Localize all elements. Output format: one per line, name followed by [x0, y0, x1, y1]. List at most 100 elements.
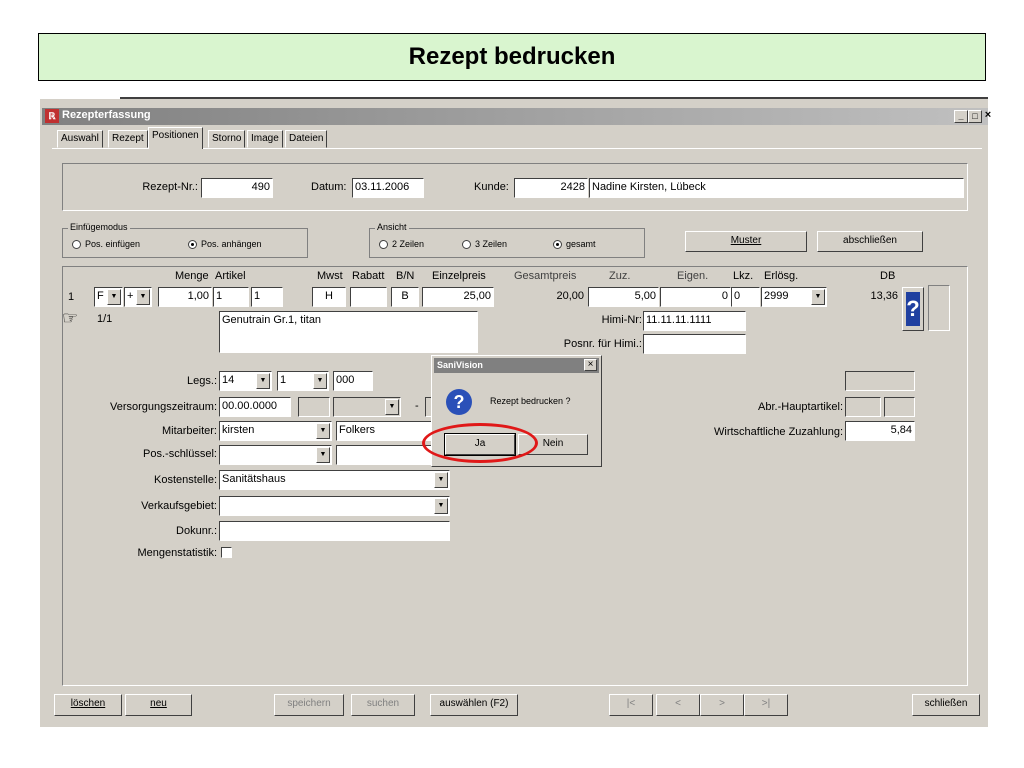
lkz-field[interactable]: 0 [731, 287, 760, 307]
erloesg-select[interactable]: 2999 ▼ [761, 287, 827, 307]
mwst-field[interactable]: H [312, 287, 346, 307]
close-button[interactable]: × [982, 110, 994, 121]
slide-title: Rezept bedrucken [38, 33, 986, 81]
legs-field-3[interactable]: 000 [333, 371, 373, 391]
first-record-button[interactable]: |< [609, 694, 653, 716]
last-record-button[interactable]: >| [744, 694, 788, 716]
empty-indicator [928, 285, 950, 331]
artikel-field-1[interactable]: 1 [213, 287, 249, 307]
beschreibung-field[interactable]: Genutrain Gr.1, titan [219, 311, 478, 353]
bn-field[interactable]: B [391, 287, 419, 307]
schliessen-button[interactable]: schließen [912, 694, 980, 716]
prev-record-button[interactable]: < [656, 694, 700, 716]
legs-select-1[interactable]: 14 ▼ [219, 371, 272, 391]
right-empty-field [845, 371, 915, 391]
col-mwst: Mwst [317, 270, 343, 282]
auswaehlen-button[interactable]: auswählen (F2) [430, 694, 518, 716]
window-titlebar[interactable]: ℝ Rezepterfassung _ □ × [42, 108, 991, 125]
mitarbeiter-select[interactable]: kirsten ▼ [219, 421, 332, 441]
tab-rezept[interactable]: Rezept [108, 130, 148, 148]
row-plus-select[interactable]: + ▼ [124, 287, 152, 307]
menge-field[interactable]: 1,00 [158, 287, 212, 307]
artikel-field-2[interactable]: 1 [251, 287, 283, 307]
row-type-value: F [97, 290, 104, 302]
mengenstatistik-checkbox[interactable] [221, 547, 232, 558]
radio-gesamt[interactable] [553, 240, 562, 249]
rezept-nr-field[interactable]: 490 [201, 178, 273, 198]
dialog-title: SaniVision [437, 360, 483, 370]
maximize-button[interactable]: □ [968, 110, 982, 123]
sub-position: 1/1 [97, 313, 113, 325]
posnr-himi-label: Posnr. für Himi.: [563, 338, 642, 350]
einzelpreis-field[interactable]: 25,00 [422, 287, 494, 307]
radio-pos-anhaengen-label: Pos. anhängen [201, 239, 262, 249]
suchen-button[interactable]: suchen [351, 694, 415, 716]
tab-storno[interactable]: Storno [208, 130, 246, 148]
posschluessel-field[interactable] [336, 445, 432, 465]
help-button[interactable]: ? [902, 287, 924, 331]
dokunr-field[interactable] [219, 521, 450, 541]
tab-dateien[interactable]: Dateien [285, 130, 328, 148]
col-bn: B/N [396, 270, 415, 282]
chevron-down-icon[interactable]: ▼ [136, 289, 150, 305]
minimize-button[interactable]: _ [954, 110, 968, 123]
question-icon: ? [906, 292, 920, 326]
kunde-nr-field[interactable]: 2428 [514, 178, 588, 198]
chevron-down-icon[interactable]: ▼ [434, 472, 448, 488]
datum-field[interactable]: 03.11.2006 [352, 178, 424, 198]
himi-nr-field[interactable]: 11.11.11.1111 [643, 311, 746, 331]
tab-auswahl[interactable]: Auswahl [57, 130, 103, 148]
kunde-name-field[interactable]: Nadine Kirsten, Lübeck [589, 178, 964, 198]
dialog-close-button[interactable]: × [584, 359, 597, 371]
dialog-message: Rezept bedrucken ? [490, 396, 571, 406]
row-type-select[interactable]: F ▼ [94, 287, 123, 307]
posnr-himi-field[interactable] [643, 334, 746, 354]
next-record-button[interactable]: > [700, 694, 744, 716]
mitarbeiter-name-field[interactable]: Folkers [336, 421, 432, 441]
tab-positionen[interactable]: Positionen [148, 127, 203, 149]
posschluessel-select[interactable]: ▼ [219, 445, 332, 465]
chevron-down-icon[interactable]: ▼ [256, 373, 270, 389]
window-title: Rezepterfassung [62, 109, 151, 121]
radio-2-zeilen[interactable] [379, 240, 388, 249]
col-zuz: Zuz. [609, 270, 631, 282]
legs-select-2[interactable]: 1 ▼ [277, 371, 329, 391]
wirtschaftliche-zuzahlung-field[interactable]: 5,84 [845, 421, 915, 441]
tab-image[interactable]: Image [247, 130, 283, 148]
rabatt-field[interactable] [350, 287, 387, 307]
legs-value-1: 14 [222, 374, 235, 386]
legs-value-2: 1 [280, 374, 287, 386]
chevron-down-icon[interactable]: ▼ [107, 289, 121, 305]
chevron-down-icon[interactable]: ▼ [434, 498, 448, 514]
kostenstelle-label: Kostenstelle: [154, 474, 217, 486]
radio-3-zeilen[interactable] [462, 240, 471, 249]
versorgungszeitraum-field[interactable]: 00.00.0000 [219, 397, 291, 417]
dialog-titlebar[interactable]: SaniVision [434, 358, 599, 373]
chevron-down-icon[interactable]: ▼ [313, 373, 327, 389]
neu-button[interactable]: neu [125, 694, 192, 716]
abschliessen-button[interactable]: abschließen [817, 231, 923, 252]
radio-pos-einfuegen[interactable] [72, 240, 81, 249]
abr-hauptartikel-label: Abr.-Hauptartikel: [758, 401, 843, 413]
verkaufsgebiet-select[interactable]: ▼ [219, 496, 450, 516]
row-number: 1 [68, 291, 75, 303]
loeschen-button[interactable]: löschen [54, 694, 122, 716]
chevron-down-icon[interactable]: ▼ [385, 399, 399, 415]
radio-pos-anhaengen[interactable] [188, 240, 197, 249]
question-icon: ? [446, 389, 472, 415]
chevron-down-icon[interactable]: ▼ [316, 423, 330, 439]
chevron-down-icon[interactable]: ▼ [316, 447, 330, 463]
abr-hauptartikel-field-2 [884, 397, 915, 417]
speichern-button[interactable]: speichern [274, 694, 344, 716]
zuz-field[interactable]: 5,00 [588, 287, 659, 307]
col-menge: Menge [175, 270, 209, 282]
versorgungszeitraum-select[interactable]: ▼ [333, 397, 401, 417]
muster-button[interactable]: Muster [685, 231, 807, 252]
gesamtpreis-value: 20,00 [556, 290, 584, 302]
versorgungszeitraum-label: Versorgungszeitraum: [110, 401, 217, 413]
chevron-down-icon[interactable]: ▼ [811, 289, 825, 305]
kostenstelle-select[interactable]: Sanitätshaus ▼ [219, 470, 450, 490]
wirtschaftliche-zuzahlung-label: Wirtschaftliche Zuzahlung: [714, 426, 843, 438]
erloesg-value: 2999 [764, 290, 789, 302]
eigen-field[interactable]: 0 [660, 287, 731, 307]
